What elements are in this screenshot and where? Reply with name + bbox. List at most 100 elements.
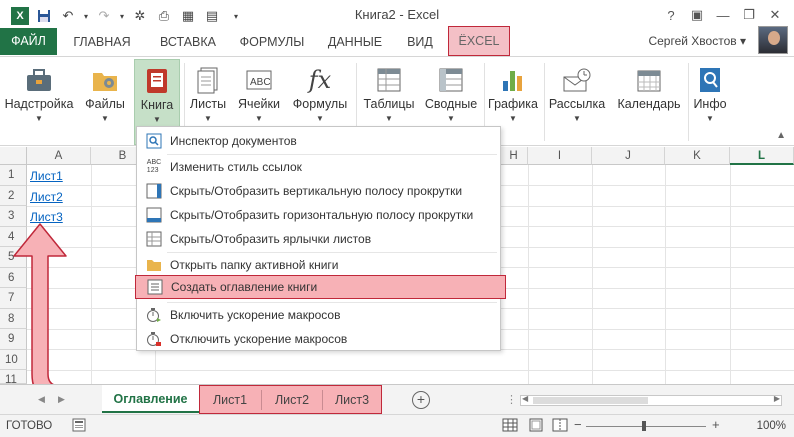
page-break-icon[interactable] [552,418,568,435]
ribbon-calendar[interactable]: Календарь [612,59,686,145]
cell-link-sheet1[interactable]: Лист1 [30,169,63,183]
sheet-prev-icon[interactable]: ◀ [38,394,45,405]
scroll-left-icon[interactable]: ◀ [522,394,528,403]
scroll-thumb[interactable] [533,397,648,404]
sheet-tab-group-highlight: Лист1 Лист2 Лист3 [199,385,382,414]
calendar-icon [634,65,664,95]
vscroll-icon [143,182,165,200]
zoom-slider[interactable] [586,421,706,431]
row-header[interactable]: 10 [0,349,27,370]
ribbon-mailing[interactable]: Рассылка ▼ [546,59,608,145]
ribbon-files[interactable]: Файлы ▼ [78,59,132,145]
scroll-right-icon[interactable]: ▶ [774,394,780,403]
window-controls: ? ▣ — ❐ ✕ [658,2,788,28]
ribbon-tabs: ФАЙЛ ГЛАВНАЯ ВСТАВКА ФОРМУЛЫ ДАННЫЕ ВИД … [0,26,794,56]
sheet-tab-sheet1[interactable]: Лист1 [200,386,260,414]
bar-chart-icon [498,65,528,95]
sheet-tab-bar: ◀ ▶ Оглавление Лист1 Лист2 Лист3 + ⋮ ◀ ▶ [0,384,794,414]
fx-icon: fx [308,66,332,94]
tab-file[interactable]: ФАЙЛ [0,28,57,55]
chevron-down-icon: ▼ [204,114,212,123]
collapse-ribbon-icon[interactable]: ▲ [776,130,786,141]
menu-item-create-toc[interactable]: Создать оглавление книги [135,275,506,299]
row-header[interactable]: 9 [0,329,27,350]
column-header[interactable]: A [27,147,91,165]
tab-home[interactable]: ГЛАВНАЯ [64,29,140,55]
workbook-icon [142,66,172,96]
ribbon-info[interactable]: Инфо ▼ [690,59,730,145]
horizontal-scrollbar[interactable]: ◀ ▶ [520,394,782,406]
grid-line [528,165,529,384]
menu-item-disable-macro-speedup[interactable]: Отключить ускорение макросов [137,327,500,351]
chevron-down-icon: ▼ [706,114,714,123]
normal-view-icon[interactable] [502,418,518,435]
info-search-icon [695,65,725,95]
stopwatch-on-icon [143,306,165,324]
folder-gear-icon [90,65,120,95]
folder-icon [143,256,165,274]
zoom-level[interactable]: 100% [757,420,786,432]
menu-item-enable-macro-speedup[interactable]: Включить ускорение макросов [137,303,500,327]
tab-data[interactable]: ДАННЫЕ [320,29,390,55]
chevron-down-icon: ▼ [255,114,263,123]
sheet-tab-toc[interactable]: Оглавление [102,385,199,413]
sheet-tab-sheet2[interactable]: Лист2 [262,386,322,414]
row-header[interactable]: 1 [0,165,27,186]
sheet-tab-sheet3[interactable]: Лист3 [322,386,382,414]
sheet-next-icon[interactable]: ▶ [58,394,65,405]
column-header[interactable]: I [528,147,592,165]
column-header[interactable]: J [592,147,665,165]
user-name[interactable]: Сергей Хвостов ▾ [648,34,746,48]
zoom-in-icon[interactable]: + [712,417,720,432]
grid-line [730,165,731,384]
row-header[interactable]: 11 [0,370,27,386]
abc-cells-icon: ABC [244,65,274,95]
row-header[interactable]: 3 [0,206,27,227]
cell-link-sheet3[interactable]: Лист3 [30,210,63,224]
zoom-out-icon[interactable]: − [574,417,582,432]
split-handle-icon[interactable]: ⋮ [506,393,517,406]
chevron-down-icon: ▼ [101,114,109,123]
maximize-icon[interactable]: ❐ [736,2,762,28]
add-sheet-icon[interactable]: + [412,391,430,409]
avatar[interactable] [758,26,788,54]
column-header[interactable]: H [500,147,528,165]
menu-item-toggle-hscroll[interactable]: Скрыть/Отобразить горизонтальную полосу … [137,203,500,227]
tab-yoxcel[interactable]: ЁXCEL [448,26,510,56]
tab-view[interactable]: ВИД [398,29,442,55]
page-layout-icon[interactable] [528,418,544,435]
menu-item-document-inspector[interactable]: Инспектор документов [137,129,500,153]
ribbon-display-icon[interactable]: ▣ [684,2,710,28]
sheets-icon [193,65,223,95]
grid-line [27,369,794,371]
row-header[interactable]: 5 [0,247,27,268]
help-icon[interactable]: ? [658,2,684,28]
ribbon-addins[interactable]: Надстройка ▼ [4,59,74,145]
menu-item-toggle-vscroll[interactable]: Скрыть/Отобразить вертикальную полосу пр… [137,179,500,203]
tab-formulas[interactable]: ФОРМУЛЫ [234,29,310,55]
chevron-down-icon: ▼ [447,114,455,123]
table-icon [374,65,404,95]
tab-insert[interactable]: ВСТАВКА [150,29,226,55]
abc-123-icon: ABC 123 [146,159,162,174]
cell-link-sheet2[interactable]: Лист2 [30,190,63,204]
grid-line [91,165,92,384]
macro-record-icon[interactable] [72,418,86,435]
minimize-icon[interactable]: — [710,2,736,28]
chevron-down-icon: ▼ [153,115,161,124]
column-header[interactable]: K [665,147,730,165]
row-header[interactable]: 7 [0,288,27,309]
hscroll-icon [143,206,165,224]
row-header[interactable]: 2 [0,185,27,206]
menu-item-reference-style[interactable]: ABC 123 Изменить стиль ссылок [137,155,500,179]
row-header[interactable]: 6 [0,267,27,288]
menu-item-open-folder[interactable]: Открыть папку активной книги [137,253,500,277]
row-header[interactable]: 4 [0,226,27,247]
chevron-down-icon: ▼ [316,114,324,123]
row-header[interactable]: 8 [0,308,27,329]
select-all-corner[interactable] [0,147,27,165]
status-bar: ГОТОВО − + 100% [0,414,794,437]
column-header[interactable]: L [730,147,794,165]
close-icon[interactable]: ✕ [762,2,788,28]
menu-item-toggle-sheet-tabs[interactable]: Скрыть/Отобразить ярлычки листов [137,227,500,251]
